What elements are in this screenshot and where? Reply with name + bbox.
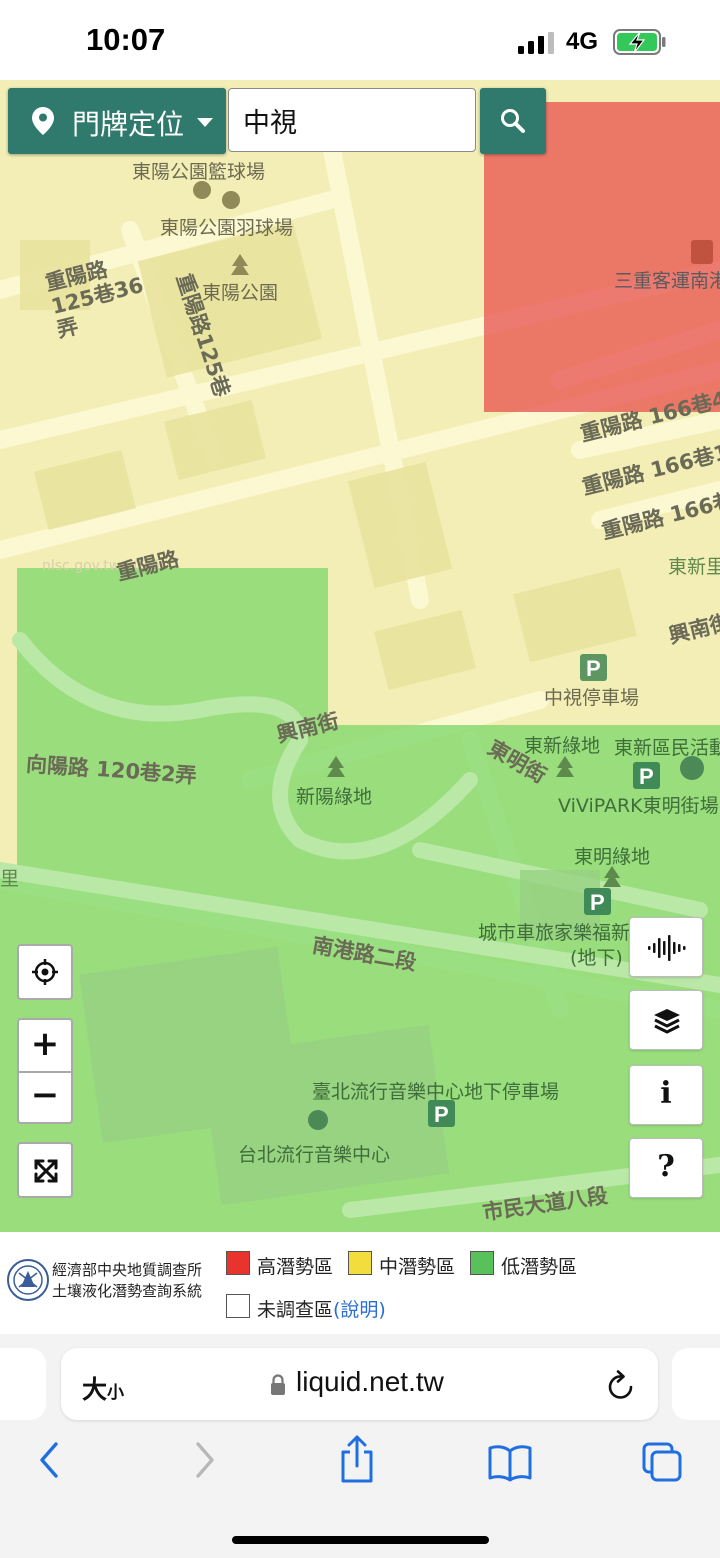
expand-icon [34,1159,58,1183]
lock-icon [271,1374,285,1395]
agency-name-line1: 經濟部中央地質調查所 [52,1261,203,1279]
layers-button[interactable] [629,990,703,1050]
map-label: (地下) [570,947,623,969]
soundwave-icon [648,935,686,961]
bookmarks-icon[interactable] [488,1444,532,1482]
home-indicator [232,1536,489,1544]
text-size-large: 大 [82,1375,108,1404]
forward-icon[interactable] [192,1440,218,1480]
agency-logo-icon [7,1259,49,1301]
voice-search-button[interactable] [629,917,703,977]
legend-swatch-unsurveyed [226,1294,250,1318]
battery-charging-icon [613,29,666,55]
legend-label-medium: 中潛勢區 [379,1256,456,1278]
explanation-link[interactable]: (說明) [333,1299,386,1321]
share-icon[interactable] [338,1434,376,1484]
fullscreen-button[interactable] [17,1142,73,1198]
previous-tab-preview[interactable] [0,1348,46,1420]
map-label: 新陽綠地 [296,786,373,808]
legend-label-unsurveyed: 未調查區(說明) [257,1295,386,1322]
locate-me-button[interactable] [17,944,73,1000]
help-button[interactable]: ? [629,1138,703,1198]
map-label: 東陽公園 [202,282,279,304]
map-basemap: P P P P [0,80,720,1232]
zoom-out-button[interactable]: − [19,1075,71,1123]
legend-label-low: 低潛勢區 [501,1256,578,1278]
legend-swatch-high [226,1251,250,1275]
map-label: 里 [0,868,20,890]
agency-name-line2: 土壤液化潛勢查詢系統 [52,1282,203,1300]
search-input[interactable] [228,88,476,152]
svg-text:P: P [586,656,601,681]
text-size-button[interactable]: 大小 [82,1370,124,1406]
svg-text:P: P [590,890,605,915]
map-label: 三重客運南港 [614,270,720,292]
next-tab-preview[interactable] [672,1348,720,1420]
agency-name: 經濟部中央地質調查所 土壤液化潛勢查詢系統 [52,1260,202,1302]
back-icon[interactable] [36,1440,62,1480]
cellular-signal-icon [518,32,554,54]
chevron-down-icon [197,118,213,127]
map-label: 中視停車場 [544,687,640,709]
tabs-icon[interactable] [642,1442,682,1482]
map-label: 東明綠地 [574,846,651,868]
search-button[interactable] [480,88,546,154]
legend-swatch-low [470,1251,494,1275]
search-icon [501,109,525,133]
divider [19,1071,71,1073]
legend-swatch-medium [348,1251,372,1275]
map-label: 臺北流行音樂中心地下停車場 [312,1081,560,1103]
svg-text:P: P [639,764,654,789]
map-pin-icon [32,107,54,135]
legend-label-high: 高潛勢區 [257,1256,334,1278]
map-label: 城市車旅家樂福新 [478,922,631,944]
network-type: 4G [566,28,599,55]
map-label: ViViPARK東明街場 [558,795,719,817]
reload-icon[interactable] [606,1370,636,1402]
crosshair-icon [32,959,58,985]
map-label: 東陽公園羽球場 [160,217,294,239]
liquefaction-map[interactable]: P P P P 東陽公園籃球場 東陽公園羽球場 東陽公園 重陽路 125巷36弄… [0,80,720,1232]
map-label: 東陽公園籃球場 [132,161,266,183]
text-size-small: 小 [107,1383,125,1403]
legend-unsurveyed-text: 未調查區 [257,1299,334,1321]
map-label: 台北流行音樂中心 [238,1144,391,1166]
help-icon: ? [657,1149,675,1184]
locate-mode-label: 門牌定位 [72,108,185,141]
map-label: 東新區民活動 [614,737,720,759]
info-icon: i [660,1076,672,1111]
zoom-in-button[interactable]: + [19,1024,71,1072]
locate-mode-dropdown[interactable]: 門牌定位 [8,88,226,154]
map-label: 東新里 [668,556,720,578]
svg-text:P: P [434,1102,449,1127]
status-bar: 10:07 4G [0,0,720,80]
layers-icon [654,1009,680,1034]
info-button[interactable]: i [629,1065,703,1125]
zoom-control: + − [17,1018,73,1124]
status-time: 10:07 [86,22,166,57]
url-text: liquid.net.tw [296,1366,444,1397]
